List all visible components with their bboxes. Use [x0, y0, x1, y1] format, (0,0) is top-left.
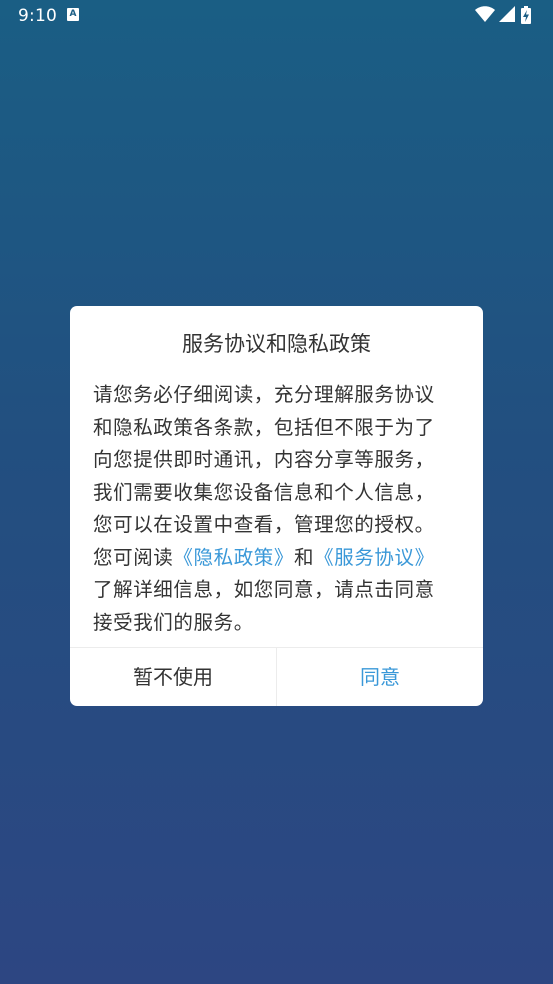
dialog-title: 服务协议和隐私政策 — [182, 332, 371, 356]
body-line: 您可以在设置中查看，管理您的授权。 — [93, 513, 435, 536]
body-line: 了解详细信息，如您同意，请点击同意 — [93, 578, 435, 601]
body-line: 向您提供即时通讯，内容分享等服务， — [93, 448, 435, 471]
service-agreement-link[interactable]: 《服务协议》 — [314, 546, 435, 569]
privacy-policy-link[interactable]: 《隐私政策》 — [173, 546, 294, 569]
status-icons — [475, 6, 537, 24]
body-text: 您可阅读 — [93, 545, 174, 569]
status-time: 9:10 — [18, 6, 57, 26]
body-line: 接受我们的服务。 — [93, 610, 254, 634]
body-text: 和 — [294, 545, 315, 569]
accept-button[interactable]: 同意 — [277, 648, 483, 706]
dialog-footer: 暂不使用 同意 — [70, 647, 483, 706]
body-line-links: 您可阅读《隐私政策》和《服务协议》 — [93, 542, 463, 575]
body-line: 请您务必仔细阅读，充分理解服务协议 — [93, 383, 435, 406]
dialog-body: 请您务必仔细阅读，充分理解服务协议 和隐私政策各条款，包括但不限于为了 向您提供… — [93, 379, 463, 639]
wifi-icon — [475, 6, 495, 22]
decline-button[interactable]: 暂不使用 — [70, 648, 276, 706]
status-bar: 9:10 — [0, 0, 553, 32]
privacy-dialog: 服务协议和隐私政策 请您务必仔细阅读，充分理解服务协议 和隐私政策各条款，包括但… — [70, 306, 483, 706]
body-line: 我们需要收集您设备信息和个人信息， — [93, 480, 435, 504]
cellular-signal-icon — [499, 6, 515, 22]
a-notification-icon — [67, 8, 79, 21]
battery-charging-icon — [521, 6, 531, 24]
body-line: 和隐私政策各条款，包括但不限于为了 — [93, 415, 435, 439]
